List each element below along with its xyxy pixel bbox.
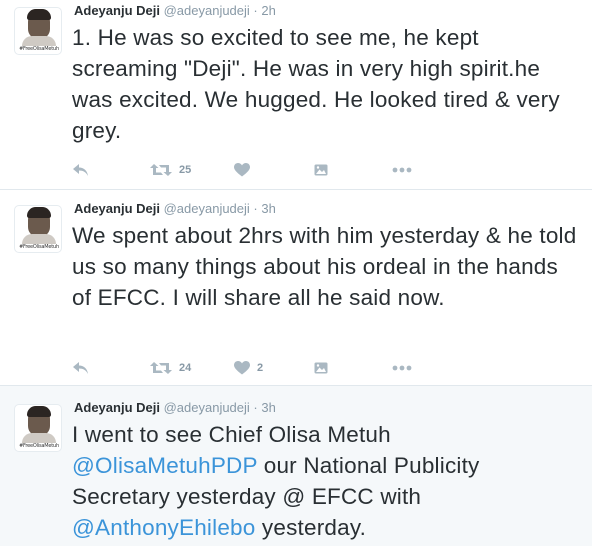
retweet-button[interactable]: 24 [150, 358, 191, 378]
reply-button[interactable] [72, 358, 90, 378]
tweet-time[interactable]: 2h [261, 3, 275, 18]
media-button[interactable] [314, 358, 328, 378]
media-button[interactable] [314, 160, 328, 180]
tweet-text-part: I went to see Chief Olisa Metuh [72, 422, 391, 447]
avatar-hair [27, 406, 51, 417]
more-icon [392, 167, 412, 173]
tweet-time[interactable]: 3h [261, 400, 275, 415]
author-handle[interactable]: @adeyanjudeji [164, 400, 250, 415]
more-icon [392, 365, 412, 371]
like-count: 2 [257, 362, 264, 374]
heart-icon [234, 163, 250, 177]
avatar[interactable]: #FreeOlisaMetuh [14, 404, 62, 452]
avatar-shirt [22, 36, 56, 46]
retweet-count: 24 [179, 362, 192, 374]
more-button[interactable] [392, 160, 412, 180]
reply-icon [73, 164, 88, 176]
author-handle[interactable]: @adeyanjudeji [164, 201, 250, 216]
author-name[interactable]: Adeyanju Deji [74, 3, 160, 18]
avatar[interactable]: #FreeOlisaMetuh [14, 7, 62, 55]
separator: · [253, 201, 258, 216]
author-handle[interactable]: @adeyanjudeji [164, 3, 250, 18]
tweet-item[interactable]: #FreeOlisaMetuh Adeyanju Deji @adeyanjud… [0, 190, 592, 386]
tweet-time[interactable]: 3h [261, 201, 275, 216]
author-name[interactable]: Adeyanju Deji [74, 201, 160, 216]
separator: · [253, 3, 258, 18]
retweet-icon [150, 164, 172, 176]
reply-icon [73, 362, 88, 374]
avatar-shirt [22, 433, 56, 443]
avatar-hair [27, 9, 51, 20]
tweet-actions: 24 2 [72, 358, 432, 378]
retweet-button[interactable]: 25 [150, 160, 191, 180]
avatar[interactable]: #FreeOlisaMetuh [14, 205, 62, 253]
like-button[interactable]: 2 [234, 358, 263, 378]
avatar-caption: #FreeOlisaMetuh [19, 244, 59, 250]
tweet-header: Adeyanju Deji @adeyanjudeji · 2h [74, 3, 276, 19]
avatar-caption: #FreeOlisaMetuh [19, 46, 59, 52]
reply-button[interactable] [72, 160, 90, 180]
heart-icon [234, 361, 250, 375]
avatar-caption: #FreeOlisaMetuh [19, 443, 59, 449]
tweet-text: 1. He was so excited to see me, he kept … [72, 25, 560, 143]
avatar-hair [27, 207, 51, 218]
tweet-header: Adeyanju Deji @adeyanjudeji · 3h [74, 400, 276, 416]
mention-link[interactable]: @OlisaMetuhPDP [72, 453, 257, 478]
mention-link[interactable]: @AnthonyEhilebo [72, 515, 255, 540]
more-button[interactable] [392, 358, 412, 378]
retweet-icon [150, 362, 172, 374]
separator: · [253, 400, 258, 415]
media-icon [314, 362, 328, 374]
tweet-feed: #FreeOlisaMetuh Adeyanju Deji @adeyanjud… [0, 0, 592, 546]
tweet-header: Adeyanju Deji @adeyanjudeji · 3h [74, 201, 276, 217]
media-icon [314, 164, 328, 176]
retweet-count: 25 [179, 164, 192, 176]
tweet-text-part: yesterday. [255, 515, 367, 540]
author-name[interactable]: Adeyanju Deji [74, 400, 160, 415]
tweet-item[interactable]: #FreeOlisaMetuh Adeyanju Deji @adeyanjud… [0, 386, 592, 546]
like-button[interactable] [234, 160, 257, 180]
tweet-item[interactable]: #FreeOlisaMetuh Adeyanju Deji @adeyanjud… [0, 0, 592, 190]
tweet-text: I went to see Chief Olisa Metuh @OlisaMe… [72, 419, 582, 543]
tweet-actions: 25 [72, 160, 432, 180]
avatar-shirt [22, 234, 56, 244]
tweet-text: We spent about 2hrs with him yesterday &… [72, 223, 577, 310]
